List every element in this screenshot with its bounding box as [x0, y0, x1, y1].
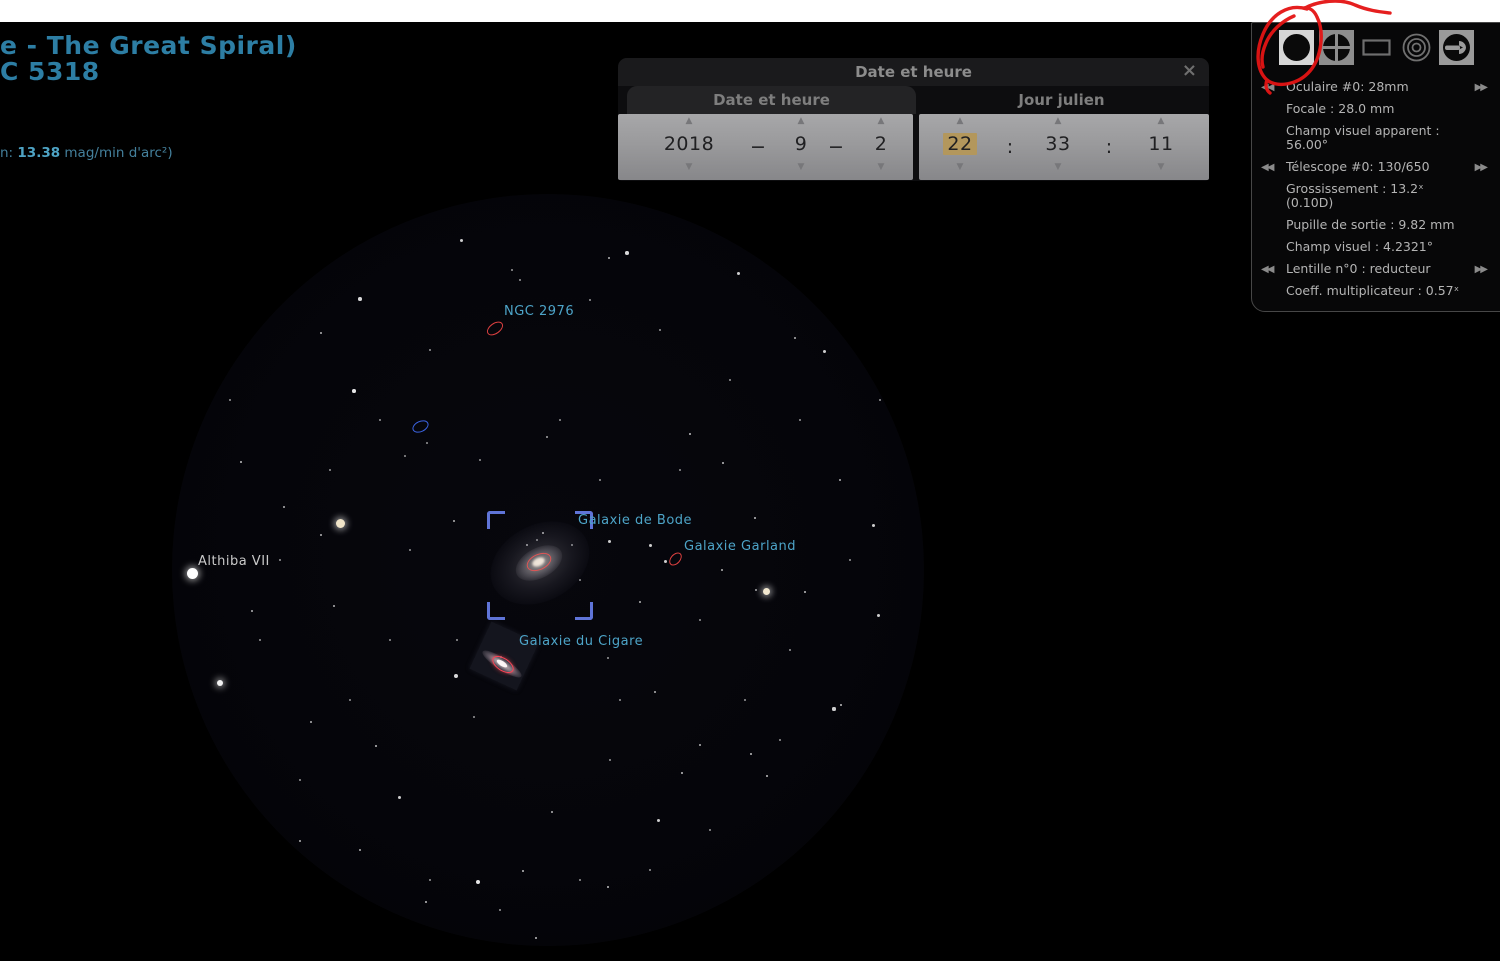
ocular-panel: ◀◀ Oculaire #0: 28mm ▶▶ Focale : 28.0 mm…	[1251, 22, 1500, 312]
prev-telescope-icon[interactable]: ◀◀	[1261, 161, 1274, 175]
multiplier-row: Coeff. multiplicateur : 0.57ˣ	[1286, 283, 1460, 298]
lens-selector-label: Lentille n°0 : reducteur	[1286, 261, 1431, 276]
day-up-arrow[interactable]: ▲	[851, 114, 911, 128]
minute-down-arrow[interactable]: ▼	[1028, 160, 1088, 174]
year-down-arrow[interactable]: ▼	[659, 160, 719, 174]
dialog-title: Date et heure	[855, 63, 972, 81]
minute-up-arrow[interactable]: ▲	[1028, 114, 1088, 128]
datetime-dialog: Date et heure × Date et heure Jour julie…	[618, 58, 1209, 181]
surface-brightness-info: n: 13.38 mag/min d'arc²)	[0, 145, 173, 161]
year-spinner: ▲ 2018 ▼	[659, 114, 719, 180]
time-spinner-panel: ▲ 22 ▼ : ▲ 33 ▼ : ▲ 11 ▼	[919, 114, 1209, 180]
minute-value[interactable]: 33	[1028, 128, 1088, 160]
ccd-sensor-button[interactable]	[1319, 30, 1354, 65]
year-value[interactable]: 2018	[659, 128, 719, 160]
object-info-header: e - The Great Spiral) C 5318	[0, 33, 297, 85]
dialog-titlebar[interactable]: Date et heure ×	[618, 58, 1209, 86]
prev-ocular-icon[interactable]: ◀◀	[1261, 81, 1274, 95]
time-separator-2: :	[1105, 136, 1113, 158]
next-lens-icon[interactable]: ▶▶	[1475, 263, 1488, 277]
info-value: 13.38	[17, 145, 61, 161]
day-down-arrow[interactable]: ▼	[851, 160, 911, 174]
prev-lens-icon[interactable]: ◀◀	[1261, 263, 1274, 277]
ocular-settings-button[interactable]	[1439, 30, 1474, 65]
telescope-selector-row: ◀◀ Télescope #0: 130/650 ▶▶	[1252, 160, 1500, 174]
magnification-row: Grossissement : 13.2ˣ (0.10D)	[1286, 181, 1424, 210]
concentric-circles-icon	[1402, 33, 1431, 62]
ocular-view-button[interactable]	[1279, 30, 1314, 65]
top-white-bar	[0, 0, 1500, 22]
hour-up-arrow[interactable]: ▲	[930, 114, 990, 128]
crosshair-circle-icon	[1322, 33, 1351, 62]
next-ocular-icon[interactable]: ▶▶	[1475, 81, 1488, 95]
year-up-arrow[interactable]: ▲	[659, 114, 719, 128]
ocular-info-rows: ◀◀ Oculaire #0: 28mm ▶▶ Focale : 28.0 mm…	[1252, 73, 1500, 306]
fov-row: Champ visuel : 4.2321°	[1286, 239, 1434, 254]
info-suffix: mag/min d'arc²)	[64, 145, 173, 161]
date-separator-2: −	[828, 136, 844, 158]
object-title-line2: C 5318	[0, 57, 100, 86]
date-separator-1: −	[750, 136, 766, 158]
close-icon[interactable]: ×	[1182, 61, 1197, 81]
ocular-toolbar	[1279, 30, 1474, 65]
rectangle-icon	[1362, 39, 1391, 56]
next-telescope-icon[interactable]: ▶▶	[1475, 161, 1488, 175]
second-down-arrow[interactable]: ▼	[1131, 160, 1191, 174]
hour-spinner: ▲ 22 ▼	[930, 114, 990, 180]
date-spinner-panel: ▲ 2018 ▼ − ▲ 9 ▼ − ▲ 2 ▼	[618, 114, 913, 180]
sensor-frame-button[interactable]	[1359, 30, 1394, 65]
eyepiece-field-circle[interactable]	[172, 194, 924, 946]
second-value[interactable]: 11	[1131, 128, 1191, 160]
month-up-arrow[interactable]: ▲	[771, 114, 831, 128]
apparent-fov-row: Champ visuel apparent : 56.00°	[1286, 123, 1440, 152]
second-up-arrow[interactable]: ▲	[1131, 114, 1191, 128]
hour-value-wrap: 22	[930, 128, 990, 160]
telrad-button[interactable]	[1399, 30, 1434, 65]
focal-length-row: Focale : 28.0 mm	[1286, 101, 1395, 116]
hour-down-arrow[interactable]: ▼	[930, 160, 990, 174]
day-value[interactable]: 2	[851, 128, 911, 160]
lens-selector-row: ◀◀ Lentille n°0 : reducteur ▶▶	[1252, 262, 1500, 276]
ocular-selector-label: Oculaire #0: 28mm	[1286, 79, 1409, 94]
telescope-selector-label: Télescope #0: 130/650	[1286, 159, 1430, 174]
tab-jour-julien[interactable]: Jour julien	[919, 86, 1204, 114]
second-spinner: ▲ 11 ▼	[1131, 114, 1191, 180]
eyepiece-circle-icon	[1283, 34, 1310, 61]
stellarium-app: NGC 2976 Galaxie de Bode Galaxie Garland…	[0, 0, 1500, 961]
ocular-selector-row: ◀◀ Oculaire #0: 28mm ▶▶	[1252, 80, 1500, 94]
time-separator-1: :	[1006, 136, 1014, 158]
hour-value-highlighted[interactable]: 22	[943, 133, 977, 155]
object-title-line1: e - The Great Spiral)	[0, 31, 297, 60]
exit-pupil-row: Pupille de sortie : 9.82 mm	[1286, 217, 1455, 232]
tab-date-et-heure[interactable]: Date et heure	[627, 86, 916, 114]
wrench-icon	[1443, 34, 1470, 61]
info-prefix: n:	[0, 145, 14, 161]
minute-spinner: ▲ 33 ▼	[1028, 114, 1088, 180]
day-spinner: ▲ 2 ▼	[851, 114, 911, 180]
